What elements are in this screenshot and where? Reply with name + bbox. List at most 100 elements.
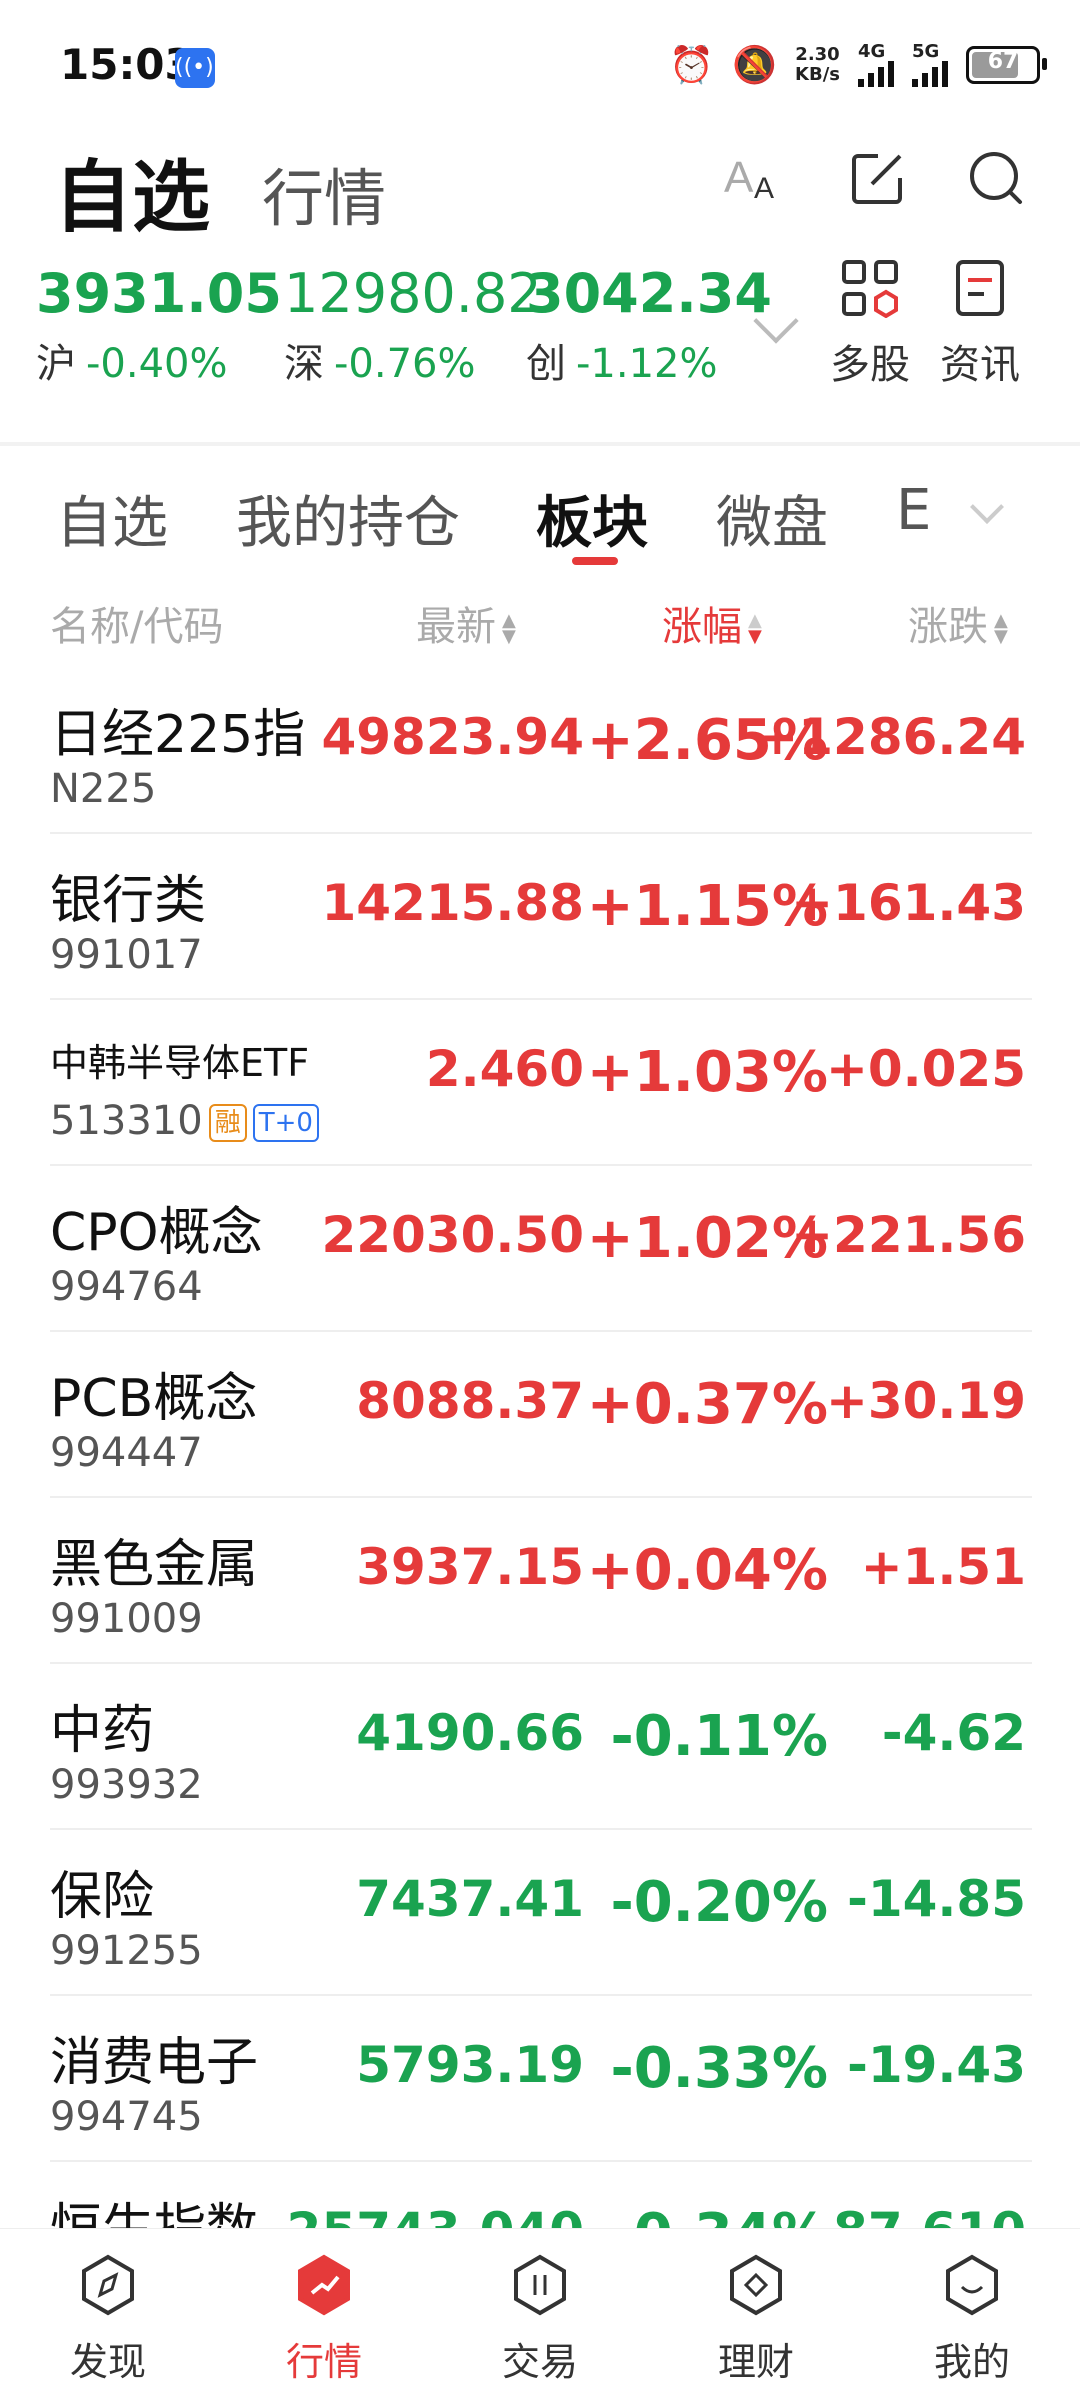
nav-label: 交易 <box>501 2340 578 2384</box>
row-name: 日经225指 <box>50 705 306 765</box>
row-code: 993932 <box>50 1762 203 1808</box>
margin-tag-badge: 融 <box>208 1104 247 1142</box>
index-shanghai[interactable]: 3931.05 沪 -0.40% <box>36 262 282 389</box>
row-change: -19.43 <box>847 2036 1026 2094</box>
svg-text:A: A <box>754 172 774 205</box>
table-row[interactable]: 银行类 991017 14215.88 +1.15% +161.43 <box>50 834 1032 1000</box>
table-row[interactable]: 保险 991255 7437.41 -0.20% -14.85 <box>50 1830 1032 1996</box>
status-time: 15:03 <box>60 40 194 89</box>
table-row[interactable]: 中药 993932 4190.66 -0.11% -4.62 <box>50 1664 1032 1830</box>
sort-icon: ▲ ▼ <box>502 610 516 647</box>
tab-watchlist[interactable]: 自选 <box>56 478 168 559</box>
news-label: 资讯 <box>940 342 1020 388</box>
row-change: +1286.24 <box>756 708 1026 766</box>
tab-sectors[interactable]: 板块 <box>536 478 648 559</box>
index-value: 3931.05 <box>36 262 282 325</box>
index-name: 沪 <box>36 341 76 387</box>
table-row[interactable]: CPO概念 994764 22030.50 +1.02% +221.56 <box>50 1166 1032 1332</box>
tab-micro-cap[interactable]: 微盘 <box>716 478 828 559</box>
row-pct-change: +0.04% <box>586 1538 828 1603</box>
index-shenzhen[interactable]: 12980.82 深 -0.76% <box>284 262 542 389</box>
row-last-price: 3937.15 <box>356 1538 584 1596</box>
nav-profile[interactable]: 我的 <box>902 2253 1042 2386</box>
row-code: 994745 <box>50 2094 203 2140</box>
sector-list: 日经225指 N225 49823.94 +2.65% +1286.24 银行类… <box>0 668 1080 2228</box>
row-code: 994764 <box>50 1264 203 1310</box>
table-row[interactable]: PCB概念 994447 8088.37 +0.37% +30.19 <box>50 1332 1032 1498</box>
row-last-price: 5793.19 <box>356 2036 584 2094</box>
battery-icon: 67 <box>966 46 1047 84</box>
battery-level: 67 <box>987 49 1019 74</box>
t0-tag-badge: T+0 <box>252 1104 319 1142</box>
multi-stock-label: 多股 <box>830 342 910 388</box>
search-icon[interactable] <box>966 148 1026 208</box>
nav-label: 我的 <box>933 2340 1010 2384</box>
column-header-pct[interactable]: 涨幅 ▲ ▼ <box>662 594 762 652</box>
column-header-name: 名称/代码 <box>50 604 224 650</box>
column-header-pct-label: 涨幅 <box>662 604 742 650</box>
multi-stock-button[interactable]: 多股 <box>830 258 910 390</box>
status-icons: ⏰ 🔕 2.30 KB/s 4G 5G 67 <box>669 40 1047 90</box>
table-row[interactable]: 日经225指 N225 49823.94 +2.65% +1286.24 <box>50 668 1032 834</box>
row-name: 消费电子 <box>50 2033 259 2093</box>
edit-icon[interactable] <box>848 148 908 208</box>
page-title-watchlist[interactable]: 自选 <box>54 135 210 247</box>
index-name: 深 <box>284 341 324 387</box>
sort-desc-icon: ▲ ▼ <box>748 610 762 647</box>
table-row[interactable]: 黑色金属 991009 3937.15 +0.04% +1.51 <box>50 1498 1032 1664</box>
row-last-price: 25743.040 <box>287 2202 584 2228</box>
row-change: -4.62 <box>881 1704 1026 1762</box>
row-last-price: 4190.66 <box>356 1704 584 1762</box>
column-header-last[interactable]: 最新 ▲ ▼ <box>416 594 516 652</box>
svg-text:A: A <box>724 153 754 202</box>
row-code: N225 <box>50 766 157 812</box>
row-name: 中韩半导体ETF <box>50 1041 310 1085</box>
news-button[interactable]: 资讯 <box>940 258 1020 390</box>
network-speed-value: 2.30 <box>795 44 840 65</box>
tab-more-clipped[interactable]: E <box>896 478 930 543</box>
sort-icon: ▲ ▼ <box>994 610 1008 647</box>
index-chinext[interactable]: 3042.34 创 -1.12% <box>526 262 772 389</box>
row-code: 513310 <box>50 1098 203 1144</box>
signal-4g-label: 4G <box>858 41 886 62</box>
page-title-market[interactable]: 行情 <box>262 148 386 238</box>
row-change: -14.85 <box>847 1870 1026 1928</box>
row-code: 991009 <box>50 1596 203 1642</box>
row-pct-change: -0.20% <box>610 1870 828 1935</box>
network-speed: 2.30 KB/s <box>795 45 840 85</box>
chevron-down-icon[interactable] <box>970 490 1004 524</box>
index-value: 3042.34 <box>526 262 772 325</box>
signal-5g-icon: 5G <box>912 43 948 87</box>
profile-smile-icon <box>946 2254 998 2316</box>
nav-discover[interactable]: 发现 <box>38 2253 178 2386</box>
trade-icon <box>514 2254 566 2316</box>
section-divider <box>0 442 1080 446</box>
table-row[interactable]: 中韩半导体ETF 513310 融 T+0 2.460 +1.03% +0.025 <box>50 1000 1032 1166</box>
hotspot-icon: ((•)) <box>175 48 222 88</box>
index-value: 12980.82 <box>284 262 542 325</box>
row-last-price: 7437.41 <box>356 1870 584 1928</box>
index-pct: -1.12% <box>576 341 718 387</box>
nav-market[interactable]: 行情 <box>254 2253 394 2386</box>
column-header-change[interactable]: 涨跌 ▲ ▼ <box>908 594 1008 652</box>
row-last-price: 2.460 <box>425 1040 584 1098</box>
row-name: 保险 <box>50 1867 155 1927</box>
table-row[interactable]: 消费电子 994745 5793.19 -0.33% -19.43 <box>50 1996 1032 2162</box>
tab-my-holdings[interactable]: 我的持仓 <box>236 478 460 559</box>
alarm-icon: ⏰ <box>669 45 715 86</box>
row-code: 994447 <box>50 1430 203 1476</box>
market-trend-icon <box>298 2254 350 2316</box>
active-tab-indicator <box>572 557 618 565</box>
table-row[interactable]: 恒生指数 25743.040 -0.34% -87.610 <box>50 2162 1032 2228</box>
row-change: +161.43 <box>791 874 1026 932</box>
row-change: -87.610 <box>812 2202 1026 2228</box>
compass-icon <box>82 2254 134 2316</box>
nav-wealth[interactable]: 理财 <box>686 2253 826 2386</box>
index-pct: -0.76% <box>334 341 476 387</box>
row-pct-change: +1.03% <box>586 1040 828 1105</box>
font-size-icon[interactable]: A A <box>722 148 782 208</box>
row-pct-change: +0.37% <box>586 1372 828 1437</box>
row-last-price: 8088.37 <box>356 1372 584 1430</box>
nav-label: 行情 <box>285 2340 362 2384</box>
nav-trade[interactable]: 交易 <box>470 2253 610 2386</box>
